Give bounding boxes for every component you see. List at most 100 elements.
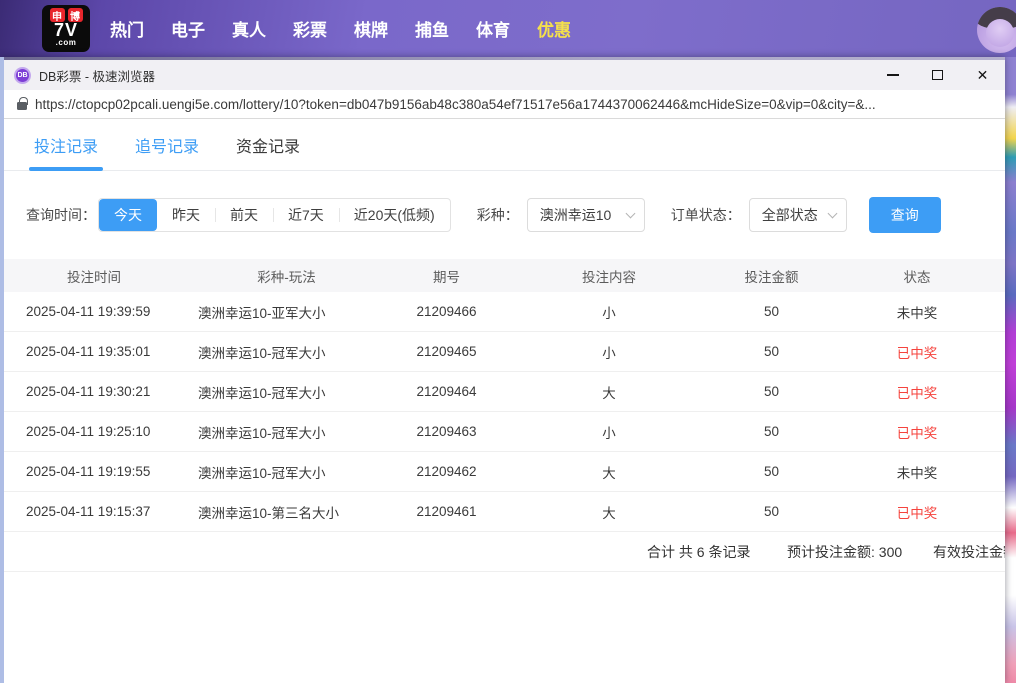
time-range-group: 今天 昨天 前天 近7天 近20天(低频) [98,198,451,232]
status: 未中奖 [829,302,1005,322]
bet-amount: 50 [714,344,829,359]
bet-time: 2025-04-11 19:25:10 [4,424,184,439]
time-filter-label: 查询时间： [26,205,96,225]
address-bar[interactable]: https://ctopcp02pcali.uengi5e.com/lotter… [4,90,1005,119]
order-status-select[interactable]: 全部状态 [749,198,847,232]
maximize-icon [932,70,943,80]
game-play: 澳洲幸运10-冠军大小 [184,342,389,362]
bet-content: 大 [504,502,714,522]
logo-sub-text: .com [42,39,90,47]
lock-icon [17,102,27,110]
nav-item-sports[interactable]: 体育 [476,16,510,41]
table-header: 投注时间 彩种-玩法 期号 投注内容 投注金额 状态 [4,259,1005,292]
column-bet-content: 投注内容 [504,266,714,286]
minimize-button[interactable] [870,60,915,90]
time-option-today[interactable]: 今天 [99,199,157,231]
bet-content: 小 [504,422,714,442]
summary-row: 合计 共 6 条记录 预计投注金额: 300 有效投注金额 [4,532,1005,572]
nav-item-lottery[interactable]: 彩票 [293,16,327,41]
url-text[interactable]: https://ctopcp02pcali.uengi5e.com/lotter… [35,97,876,112]
bet-amount: 50 [714,304,829,319]
bet-content: 大 [504,382,714,402]
bet-time: 2025-04-11 19:15:37 [4,504,184,519]
tab-bet-records[interactable]: 投注记录 [34,119,98,170]
close-icon: ✕ [977,68,989,82]
bet-time: 2025-04-11 19:39:59 [4,304,184,319]
user-avatar[interactable] [977,7,1016,53]
bet-content: 小 [504,302,714,322]
bet-amount: 50 [714,464,829,479]
window-controls: ✕ [870,60,1005,90]
tab-chase-records[interactable]: 追号记录 [135,119,199,170]
issue-number: 21209465 [389,344,504,359]
background-page-strip [1005,57,1016,683]
issue-number: 21209464 [389,384,504,399]
browser-window: DB DB彩票 - 极速浏览器 ✕ https://ctopcp02pcali.… [0,57,1005,683]
summary-valid-amount: 有效投注金额 [933,532,1005,572]
issue-number: 21209463 [389,424,504,439]
lottery-select-value: 澳洲幸运10 [540,205,612,225]
column-bet-time: 投注时间 [4,266,184,286]
status: 已中奖 [829,422,1005,442]
table-row: 2025-04-11 19:30:21澳洲幸运10-冠军大小21209464大5… [4,372,1005,412]
bet-time: 2025-04-11 19:30:21 [4,384,184,399]
column-bet-amount: 投注金额 [714,266,829,286]
time-option-20days[interactable]: 近20天(低频) [339,199,450,231]
tab-fund-records[interactable]: 资金记录 [236,119,300,170]
bet-content: 大 [504,462,714,482]
nav-item-chess[interactable]: 棋牌 [354,16,388,41]
nav-item-live[interactable]: 真人 [232,16,266,41]
bet-content: 小 [504,342,714,362]
window-titlebar[interactable]: DB DB彩票 - 极速浏览器 ✕ [4,60,1005,90]
nav-item-hot[interactable]: 热门 [110,16,144,41]
bet-time: 2025-04-11 19:19:55 [4,464,184,479]
table-row: 2025-04-11 19:35:01澳洲幸运10-冠军大小21209465小5… [4,332,1005,372]
site-logo[interactable]: 申 博 7V .com [42,5,90,52]
column-game-play: 彩种-玩法 [184,266,389,286]
record-tabs: 投注记录 追号记录 资金记录 [4,119,1005,171]
game-play: 澳洲幸运10-第三名大小 [184,502,389,522]
status: 已中奖 [829,382,1005,402]
filter-bar: 查询时间： 今天 昨天 前天 近7天 近20天(低频) 彩种： 澳洲幸运10 订… [4,197,1005,233]
status: 已中奖 [829,342,1005,362]
issue-number: 21209461 [389,504,504,519]
time-option-7days[interactable]: 近7天 [273,199,339,231]
bet-time: 2025-04-11 19:35:01 [4,344,184,359]
table-row: 2025-04-11 19:19:55澳洲幸运10-冠军大小21209462大5… [4,452,1005,492]
search-button[interactable]: 查询 [869,197,941,233]
chevron-down-icon [625,209,635,219]
status: 未中奖 [829,462,1005,482]
page-content: 投注记录 追号记录 资金记录 查询时间： 今天 昨天 前天 近7天 近20天(低… [4,119,1005,572]
nav-item-promo[interactable]: 优惠 [537,16,571,41]
game-play: 澳洲幸运10-冠军大小 [184,422,389,442]
lottery-filter-label: 彩种： [477,205,519,225]
table-body: 2025-04-11 19:39:59澳洲幸运10-亚军大小21209466小5… [4,292,1005,532]
nav-item-slots[interactable]: 电子 [171,16,205,41]
nav-item-fishing[interactable]: 捕鱼 [415,16,449,41]
table-row: 2025-04-11 19:39:59澳洲幸运10-亚军大小21209466小5… [4,292,1005,332]
table-row: 2025-04-11 19:25:10澳洲幸运10-冠军大小21209463小5… [4,412,1005,452]
game-play: 澳洲幸运10-冠军大小 [184,382,389,402]
table-row: 2025-04-11 19:15:37澳洲幸运10-第三名大小21209461大… [4,492,1005,532]
time-option-day-before[interactable]: 前天 [215,199,273,231]
favicon-icon: DB [14,67,31,84]
maximize-button[interactable] [915,60,960,90]
logo-main-text: 7V [42,22,90,39]
time-option-yesterday[interactable]: 昨天 [157,199,215,231]
issue-number: 21209462 [389,464,504,479]
issue-number: 21209466 [389,304,504,319]
bet-amount: 50 [714,504,829,519]
nav-menu: 热门 电子 真人 彩票 棋牌 捕鱼 体育 优惠 [110,0,571,57]
close-button[interactable]: ✕ [960,60,1005,90]
site-navbar: 申 博 7V .com 热门 电子 真人 彩票 棋牌 捕鱼 体育 优惠 [0,0,1016,57]
column-issue: 期号 [389,266,504,286]
bet-amount: 50 [714,424,829,439]
game-play: 澳洲幸运10-亚军大小 [184,302,389,322]
lottery-select[interactable]: 澳洲幸运10 [527,198,645,232]
status: 已中奖 [829,502,1005,522]
column-status: 状态 [829,266,1005,286]
window-title: DB彩票 - 极速浏览器 [39,66,155,85]
chevron-down-icon [827,209,837,219]
summary-expected-amount: 预计投注金额: 300 [787,532,902,572]
game-play: 澳洲幸运10-冠军大小 [184,462,389,482]
